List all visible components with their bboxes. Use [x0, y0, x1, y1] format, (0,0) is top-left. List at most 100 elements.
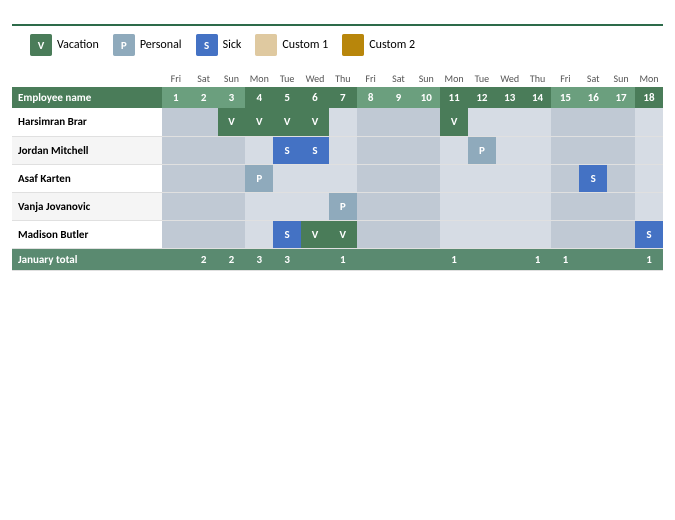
dow-Mon-4: Mon: [245, 70, 273, 87]
date-header-4: 4: [245, 87, 273, 108]
cell-madison-butler-1: [162, 220, 190, 248]
cell-madison-butler-2: [190, 220, 218, 248]
cell-harsimran-brar-18: [635, 108, 663, 136]
key-item-personal: P Personal: [113, 34, 182, 56]
cell-harsimran-brar-9: [385, 108, 413, 136]
key-items: V Vacation P Personal S Sick Custom 1 Cu…: [30, 34, 415, 56]
date-header-5: 5: [273, 87, 301, 108]
cell-harsimran-brar-8: [357, 108, 385, 136]
cell-harsimran-brar-11: V: [440, 108, 468, 136]
cell-vanja-jovanovic-14: [524, 192, 552, 220]
cell-madison-butler-10: [412, 220, 440, 248]
custom1-label: Custom 1: [282, 38, 328, 52]
cell-vanja-jovanovic-2: [190, 192, 218, 220]
cell-harsimran-brar-14: [524, 108, 552, 136]
date-header-15: 15: [551, 87, 579, 108]
custom1-box: [255, 34, 277, 56]
date-header-2: 2: [190, 87, 218, 108]
cell-harsimran-brar-12: [468, 108, 496, 136]
cell-jordan-mitchell-13: [496, 136, 524, 164]
cell-vanja-jovanovic-16: [579, 192, 607, 220]
date-header-17: 17: [607, 87, 635, 108]
cell-jordan-mitchell-17: [607, 136, 635, 164]
total-row: January total223311111: [12, 248, 663, 270]
cell-jordan-mitchell-1: [162, 136, 190, 164]
total-cell-12: [468, 248, 496, 270]
cell-madison-butler-9: [385, 220, 413, 248]
dow-Sat-9: Sat: [385, 70, 413, 87]
cell-madison-butler-13: [496, 220, 524, 248]
employee-name-cell: Jordan Mitchell: [12, 136, 162, 164]
cell-asaf-karten-10: [412, 164, 440, 192]
cell-jordan-mitchell-16: [579, 136, 607, 164]
total-cell-13: [496, 248, 524, 270]
cell-vanja-jovanovic-15: [551, 192, 579, 220]
absence-key-row: V Vacation P Personal S Sick Custom 1 Cu…: [12, 34, 663, 56]
cell-harsimran-brar-16: [579, 108, 607, 136]
cell-asaf-karten-15: [551, 164, 579, 192]
custom2-box: [342, 34, 364, 56]
cell-vanja-jovanovic-18: [635, 192, 663, 220]
date-header-3: 3: [218, 87, 246, 108]
cell-asaf-karten-5: [273, 164, 301, 192]
cell-vanja-jovanovic-9: [385, 192, 413, 220]
dow-Fri-15: Fri: [551, 70, 579, 87]
cell-jordan-mitchell-14: [524, 136, 552, 164]
total-cell-1: [162, 248, 190, 270]
sick-label: Sick: [223, 38, 242, 52]
dow-Sun-3: Sun: [218, 70, 246, 87]
table-row: Vanja Jovanovic P: [12, 192, 663, 220]
cell-harsimran-brar-5: V: [273, 108, 301, 136]
employee-name-cell: Vanja Jovanovic: [12, 192, 162, 220]
date-header-14: 14: [524, 87, 552, 108]
cell-madison-butler-5: S: [273, 220, 301, 248]
total-cell-15: 1: [551, 248, 579, 270]
total-cell-6: [301, 248, 329, 270]
cell-jordan-mitchell-8: [357, 136, 385, 164]
cell-jordan-mitchell-11: [440, 136, 468, 164]
dow-Tue-5: Tue: [273, 70, 301, 87]
dow-Wed-13: Wed: [496, 70, 524, 87]
vacation-label: Vacation: [57, 38, 99, 52]
cell-vanja-jovanovic-4: [245, 192, 273, 220]
employee-name-cell: Madison Butler: [12, 220, 162, 248]
sick-box: S: [196, 34, 218, 56]
cell-asaf-karten-9: [385, 164, 413, 192]
cell-asaf-karten-6: [301, 164, 329, 192]
cell-asaf-karten-13: [496, 164, 524, 192]
total-cell-18: 1: [635, 248, 663, 270]
cell-vanja-jovanovic-1: [162, 192, 190, 220]
cell-vanja-jovanovic-8: [357, 192, 385, 220]
cell-asaf-karten-7: [329, 164, 357, 192]
employee-name-cell: Asaf Karten: [12, 164, 162, 192]
cell-asaf-karten-11: [440, 164, 468, 192]
cell-vanja-jovanovic-17: [607, 192, 635, 220]
january-total-label: January total: [12, 248, 162, 270]
date-header-16: 16: [579, 87, 607, 108]
cell-harsimran-brar-13: [496, 108, 524, 136]
date-header-18: 18: [635, 87, 663, 108]
cell-jordan-mitchell-15: [551, 136, 579, 164]
table-row: Asaf KartenPS: [12, 164, 663, 192]
cell-madison-butler-17: [607, 220, 635, 248]
cell-jordan-mitchell-9: [385, 136, 413, 164]
total-cell-8: [357, 248, 385, 270]
cell-harsimran-brar-6: V: [301, 108, 329, 136]
cell-vanja-jovanovic-7: P: [329, 192, 357, 220]
dow-Thu-14: Thu: [524, 70, 552, 87]
key-item-vacation: V Vacation: [30, 34, 99, 56]
dow-Fri-1: Fri: [162, 70, 190, 87]
date-header-8: 8: [357, 87, 385, 108]
table-row: Harsimran BrarVVVVV: [12, 108, 663, 136]
cell-asaf-karten-4: P: [245, 164, 273, 192]
dow-name-header: [12, 70, 162, 87]
cell-vanja-jovanovic-6: [301, 192, 329, 220]
dates-section: FriSatSunMonTueWedThuFriSatSunMonTueWedT…: [12, 66, 663, 512]
cell-madison-butler-18: S: [635, 220, 663, 248]
cell-vanja-jovanovic-13: [496, 192, 524, 220]
cell-harsimran-brar-3: V: [218, 108, 246, 136]
cell-jordan-mitchell-7: [329, 136, 357, 164]
total-cell-10: [412, 248, 440, 270]
cell-madison-butler-8: [357, 220, 385, 248]
total-cell-2: 2: [190, 248, 218, 270]
